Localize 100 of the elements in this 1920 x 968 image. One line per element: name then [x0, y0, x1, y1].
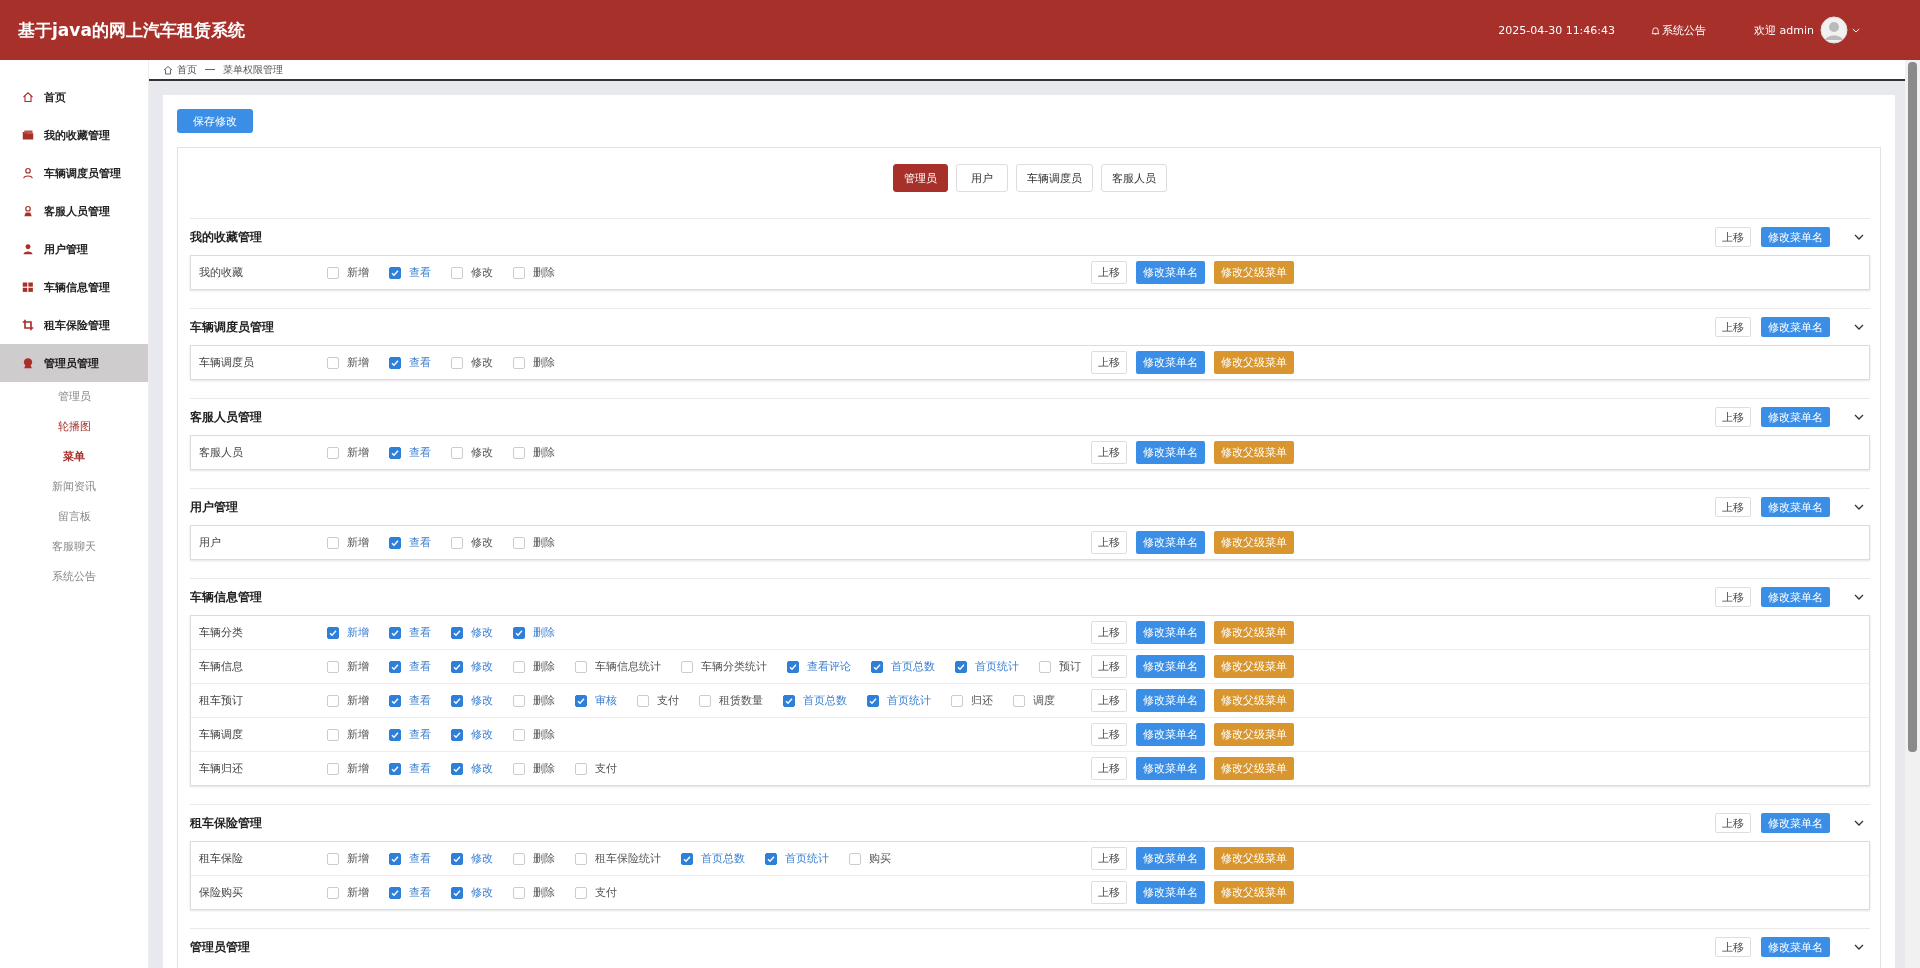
permission-checkbox[interactable]: 删除	[513, 885, 555, 900]
permission-checkbox[interactable]: 查看	[389, 727, 431, 742]
move-up-button[interactable]: 上移	[1715, 317, 1751, 337]
sidebar-item[interactable]: 车辆信息管理	[0, 268, 148, 306]
move-up-button[interactable]: 上移	[1715, 497, 1751, 517]
submenu-item[interactable]: 轮播图	[0, 412, 148, 442]
permission-checkbox[interactable]: 查看	[389, 265, 431, 280]
permission-checkbox[interactable]: 查看	[389, 885, 431, 900]
notice-link[interactable]: 系统公告	[1651, 22, 1707, 38]
permission-checkbox[interactable]: 新增	[327, 761, 369, 776]
permission-checkbox[interactable]: 删除	[513, 355, 555, 370]
submenu-item[interactable]: 管理员	[0, 382, 148, 412]
move-up-button[interactable]: 上移	[1091, 881, 1127, 904]
submenu-item[interactable]: 留言板	[0, 502, 148, 532]
chevron-down-icon[interactable]	[1854, 594, 1864, 600]
move-up-button[interactable]: 上移	[1715, 227, 1751, 247]
permission-checkbox[interactable]: 审核	[575, 693, 617, 708]
move-up-button[interactable]: 上移	[1715, 937, 1751, 957]
move-up-button[interactable]: 上移	[1091, 847, 1127, 870]
permission-checkbox[interactable]: 删除	[513, 625, 555, 640]
sidebar-item[interactable]: 用户管理	[0, 230, 148, 268]
permission-checkbox[interactable]: 首页统计	[955, 659, 1019, 674]
permission-checkbox[interactable]: 新增	[327, 727, 369, 742]
permission-checkbox[interactable]: 支付	[575, 885, 617, 900]
permission-checkbox[interactable]: 删除	[513, 659, 555, 674]
permission-checkbox[interactable]: 购买	[849, 851, 891, 866]
permission-checkbox[interactable]: 租车保险统计	[575, 851, 661, 866]
permission-checkbox[interactable]: 删除	[513, 445, 555, 460]
permission-checkbox[interactable]: 查看	[389, 355, 431, 370]
sidebar-item[interactable]: 我的收藏管理	[0, 116, 148, 154]
scrollbar-thumb[interactable]	[1908, 62, 1917, 752]
permission-checkbox[interactable]: 修改	[451, 761, 493, 776]
permission-checkbox[interactable]: 修改	[451, 727, 493, 742]
permission-checkbox[interactable]: 查看	[389, 851, 431, 866]
avatar-icon[interactable]	[1820, 16, 1848, 44]
permission-checkbox[interactable]: 车辆分类统计	[681, 659, 767, 674]
role-tab[interactable]: 客服人员	[1101, 164, 1167, 192]
chevron-down-icon[interactable]	[1854, 234, 1864, 240]
move-up-button[interactable]: 上移	[1091, 621, 1127, 644]
move-up-button[interactable]: 上移	[1091, 757, 1127, 780]
permission-checkbox[interactable]: 首页总数	[681, 851, 745, 866]
permission-checkbox[interactable]: 查看评论	[787, 659, 851, 674]
chevron-down-icon[interactable]	[1854, 324, 1864, 330]
role-tab[interactable]: 用户	[956, 164, 1008, 192]
permission-checkbox[interactable]: 车辆信息统计	[575, 659, 661, 674]
permission-checkbox[interactable]: 修改	[451, 625, 493, 640]
move-up-button[interactable]: 上移	[1091, 655, 1127, 678]
submenu-item[interactable]: 新闻资讯	[0, 472, 148, 502]
role-tab[interactable]: 车辆调度员	[1016, 164, 1093, 192]
permission-checkbox[interactable]: 新增	[327, 625, 369, 640]
permission-checkbox[interactable]: 删除	[513, 265, 555, 280]
permission-checkbox[interactable]: 修改	[451, 659, 493, 674]
permission-checkbox[interactable]: 修改	[451, 265, 493, 280]
permission-checkbox[interactable]: 修改	[451, 535, 493, 550]
permission-checkbox[interactable]: 首页总数	[871, 659, 935, 674]
permission-checkbox[interactable]: 删除	[513, 761, 555, 776]
move-up-button[interactable]: 上移	[1091, 531, 1127, 554]
permission-checkbox[interactable]: 查看	[389, 535, 431, 550]
permission-checkbox[interactable]: 删除	[513, 535, 555, 550]
permission-checkbox[interactable]: 首页总数	[783, 693, 847, 708]
sidebar-item[interactable]: 首页	[0, 78, 148, 116]
move-up-button[interactable]: 上移	[1091, 441, 1127, 464]
permission-checkbox[interactable]: 修改	[451, 851, 493, 866]
submenu-item[interactable]: 客服聊天	[0, 532, 148, 562]
permission-checkbox[interactable]: 新增	[327, 659, 369, 674]
move-up-button[interactable]: 上移	[1091, 261, 1127, 284]
permission-checkbox[interactable]: 新增	[327, 693, 369, 708]
sidebar-item[interactable]: 租车保险管理	[0, 306, 148, 344]
sidebar-item[interactable]: 车辆调度员管理	[0, 154, 148, 192]
role-tab[interactable]: 管理员	[893, 164, 948, 192]
permission-checkbox[interactable]: 查看	[389, 761, 431, 776]
sidebar-item[interactable]: 客服人员管理	[0, 192, 148, 230]
submenu-item[interactable]: 菜单	[0, 442, 148, 472]
permission-checkbox[interactable]: 新增	[327, 355, 369, 370]
permission-checkbox[interactable]: 支付	[575, 761, 617, 776]
move-up-button[interactable]: 上移	[1715, 407, 1751, 427]
chevron-down-icon[interactable]	[1854, 820, 1864, 826]
permission-checkbox[interactable]: 调度	[1013, 693, 1055, 708]
chevron-down-icon[interactable]	[1854, 944, 1864, 950]
permission-checkbox[interactable]: 修改	[451, 355, 493, 370]
permission-checkbox[interactable]: 归还	[951, 693, 993, 708]
permission-checkbox[interactable]: 修改	[451, 445, 493, 460]
permission-checkbox[interactable]: 新增	[327, 851, 369, 866]
move-up-button[interactable]: 上移	[1715, 587, 1751, 607]
breadcrumb-item[interactable]: 首页	[177, 62, 197, 77]
move-up-button[interactable]: 上移	[1091, 351, 1127, 374]
permission-checkbox[interactable]: 删除	[513, 851, 555, 866]
permission-checkbox[interactable]: 修改	[451, 693, 493, 708]
submenu-item[interactable]: 系统公告	[0, 562, 148, 592]
permission-checkbox[interactable]: 新增	[327, 885, 369, 900]
permission-checkbox[interactable]: 支付	[637, 693, 679, 708]
permission-checkbox[interactable]: 修改	[451, 885, 493, 900]
permission-checkbox[interactable]: 新增	[327, 265, 369, 280]
permission-checkbox[interactable]: 租赁数量	[699, 693, 763, 708]
move-up-button[interactable]: 上移	[1091, 723, 1127, 746]
permission-checkbox[interactable]: 删除	[513, 693, 555, 708]
permission-checkbox[interactable]: 查看	[389, 625, 431, 640]
permission-checkbox[interactable]: 查看	[389, 693, 431, 708]
permission-checkbox[interactable]: 预订	[1039, 659, 1081, 674]
scrollbar[interactable]	[1905, 60, 1920, 968]
